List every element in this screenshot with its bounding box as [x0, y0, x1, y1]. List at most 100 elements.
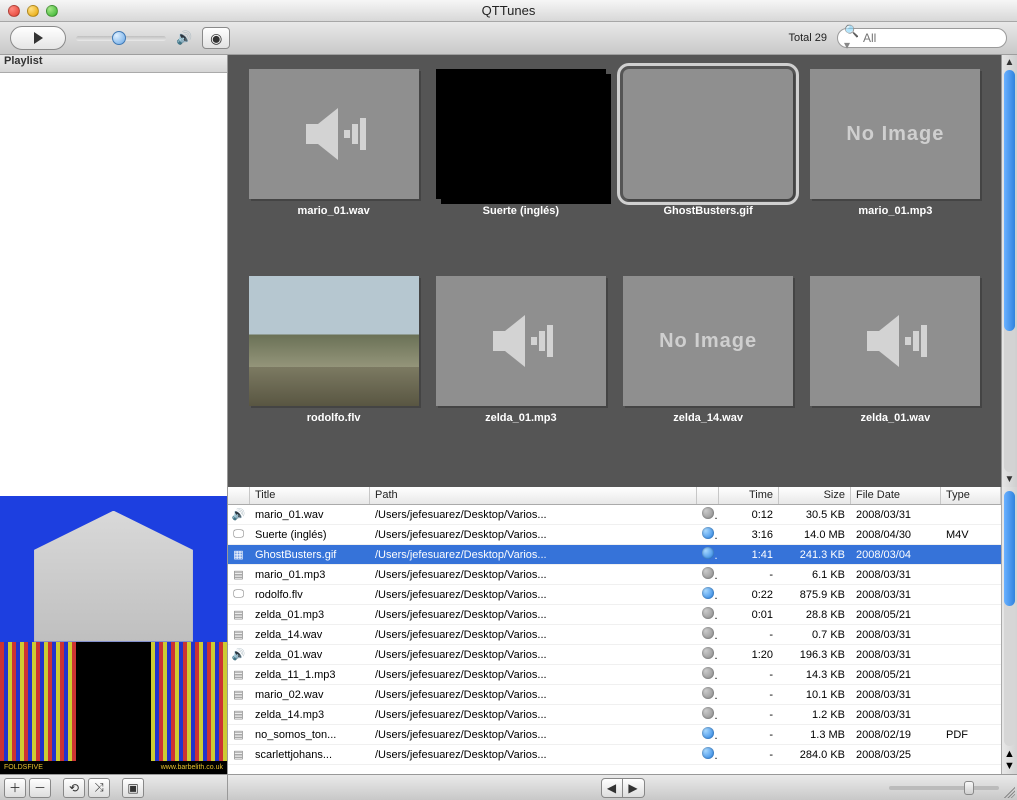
- table-row[interactable]: ▤mario_02.wav/Users/jefesuarez/Desktop/V…: [228, 685, 1001, 705]
- row-status: [697, 625, 719, 644]
- row-title: zelda_11_1.mp3: [250, 667, 370, 683]
- search-input[interactable]: [863, 31, 1017, 45]
- row-date: 2008/03/31: [851, 707, 941, 723]
- row-date: 2008/03/31: [851, 567, 941, 583]
- table-row[interactable]: 🔊mario_01.wav/Users/jefesuarez/Desktop/V…: [228, 505, 1001, 525]
- row-title: mario_02.wav: [250, 687, 370, 703]
- playlist-list[interactable]: [0, 73, 227, 496]
- table-row[interactable]: ▦GhostBusters.gif/Users/jefesuarez/Deskt…: [228, 545, 1001, 565]
- remove-button[interactable]: －: [29, 778, 51, 798]
- toolbar: 🔊 ◉ Total 29 🔍▾: [0, 22, 1017, 55]
- volume-slider[interactable]: [76, 36, 166, 41]
- shuffle-button[interactable]: ⤨: [88, 778, 110, 798]
- play-icon: [34, 32, 43, 44]
- row-path: /Users/jefesuarez/Desktop/Varios...: [370, 627, 697, 643]
- row-kind-icon: 🔊: [228, 506, 250, 523]
- table-row[interactable]: ▤mario_01.mp3/Users/jefesuarez/Desktop/V…: [228, 565, 1001, 585]
- table-header: Title Path Time Size File Date Type: [228, 487, 1001, 505]
- table-scroll-thumb[interactable]: [1004, 491, 1015, 606]
- preview-footer-left: FOLDSFIVE: [4, 764, 43, 771]
- row-path: /Users/jefesuarez/Desktop/Varios...: [370, 587, 697, 603]
- grid-item[interactable]: zelda_01.wav: [804, 276, 987, 479]
- grid-thumbnail[interactable]: No Image: [810, 69, 980, 199]
- row-title: no_somos_ton...: [250, 727, 370, 743]
- volume-icon: 🔊: [176, 30, 192, 46]
- row-status: [697, 565, 719, 584]
- grid-thumbnail[interactable]: No Image: [623, 276, 793, 406]
- grid-thumbnail[interactable]: [810, 276, 980, 406]
- row-path: /Users/jefesuarez/Desktop/Varios...: [370, 687, 697, 703]
- volume-thumb[interactable]: [112, 31, 126, 45]
- col-time[interactable]: Time: [719, 487, 779, 504]
- col-title[interactable]: Title: [250, 487, 370, 504]
- grid-item[interactable]: GhostBusters.gif: [617, 69, 800, 272]
- row-date: 2008/03/31: [851, 687, 941, 703]
- grid-item[interactable]: mario_01.wav: [242, 69, 425, 272]
- row-type: [941, 633, 1001, 637]
- resize-grip[interactable]: [1001, 784, 1015, 798]
- fullscreen-button[interactable]: ▣: [122, 778, 144, 798]
- row-type: PDF: [941, 727, 1001, 743]
- grid-item[interactable]: rodolfo.flv: [242, 276, 425, 479]
- zoom-thumb[interactable]: [964, 781, 974, 795]
- row-date: 2008/03/31: [851, 507, 941, 523]
- col-date[interactable]: File Date: [851, 487, 941, 504]
- scroll-down-icon[interactable]: ▼: [1005, 474, 1015, 485]
- grid-item[interactable]: Suerte (inglés): [429, 69, 612, 272]
- grid-item[interactable]: zelda_01.mp3: [429, 276, 612, 479]
- col-size[interactable]: Size: [779, 487, 851, 504]
- table-row[interactable]: ▤zelda_14.mp3/Users/jefesuarez/Desktop/V…: [228, 705, 1001, 725]
- grid-thumbnail[interactable]: [249, 276, 419, 406]
- row-time: -: [719, 627, 779, 643]
- playlist-toolbar: ＋ － ⟲ ⤨ ▣: [0, 774, 227, 800]
- grid-scrollbar[interactable]: ▲ ▼: [1001, 55, 1017, 487]
- row-size: 1.2 KB: [779, 707, 851, 723]
- play-button[interactable]: [10, 26, 66, 50]
- row-kind-icon: 🖵: [228, 586, 250, 603]
- col-icon[interactable]: [228, 487, 250, 504]
- table-scroll-up-icon[interactable]: ▲: [1004, 748, 1015, 760]
- table-row[interactable]: 🖵Suerte (inglés)/Users/jefesuarez/Deskto…: [228, 525, 1001, 545]
- grid-scroll-thumb[interactable]: [1004, 70, 1015, 331]
- grid-item[interactable]: No Imagezelda_14.wav: [617, 276, 800, 479]
- row-time: -: [719, 707, 779, 723]
- col-type[interactable]: Type: [941, 487, 1001, 504]
- left-sidebar: Playlist FOLDSFIVE www.barbelith.co.uk ＋…: [0, 55, 228, 800]
- grid-thumbnail[interactable]: [623, 69, 793, 199]
- scroll-up-icon[interactable]: ▲: [1005, 57, 1015, 68]
- row-path: /Users/jefesuarez/Desktop/Varios...: [370, 607, 697, 623]
- grid-item[interactable]: No Image mario_01.mp3: [804, 69, 987, 272]
- col-status[interactable]: [697, 487, 719, 504]
- grid-item-label: mario_01.mp3: [858, 205, 932, 217]
- prev-button[interactable]: ◀: [601, 778, 623, 798]
- zoom-slider[interactable]: [889, 786, 999, 790]
- next-button[interactable]: ▶: [623, 778, 645, 798]
- preview-toggle-button[interactable]: ◉: [202, 27, 230, 49]
- row-type: [941, 573, 1001, 577]
- row-date: 2008/03/04: [851, 547, 941, 563]
- grid-thumbnail[interactable]: [436, 276, 606, 406]
- row-size: 284.0 KB: [779, 747, 851, 763]
- row-path: /Users/jefesuarez/Desktop/Varios...: [370, 507, 697, 523]
- table-row[interactable]: 🖵rodolfo.flv/Users/jefesuarez/Desktop/Va…: [228, 585, 1001, 605]
- table-row[interactable]: ▤zelda_01.mp3/Users/jefesuarez/Desktop/V…: [228, 605, 1001, 625]
- row-time: 3:16: [719, 527, 779, 543]
- table-row[interactable]: ▤zelda_11_1.mp3/Users/jefesuarez/Desktop…: [228, 665, 1001, 685]
- table-row[interactable]: ▤no_somos_ton.../Users/jefesuarez/Deskto…: [228, 725, 1001, 745]
- row-status: [697, 725, 719, 744]
- table-scroll-down-icon[interactable]: ▼: [1004, 760, 1015, 772]
- search-field[interactable]: 🔍▾: [837, 28, 1007, 48]
- repeat-button[interactable]: ⟲: [63, 778, 85, 798]
- row-time: -: [719, 727, 779, 743]
- row-size: 30.5 KB: [779, 507, 851, 523]
- table-row[interactable]: 🔊zelda_01.wav/Users/jefesuarez/Desktop/V…: [228, 645, 1001, 665]
- row-title: zelda_01.mp3: [250, 607, 370, 623]
- row-date: 2008/05/21: [851, 667, 941, 683]
- col-path[interactable]: Path: [370, 487, 697, 504]
- table-row[interactable]: ▤zelda_14.wav/Users/jefesuarez/Desktop/V…: [228, 625, 1001, 645]
- add-button[interactable]: ＋: [4, 778, 26, 798]
- table-row[interactable]: ▤scarlettjohans.../Users/jefesuarez/Desk…: [228, 745, 1001, 765]
- grid-thumbnail[interactable]: [436, 69, 606, 199]
- table-scrollbar[interactable]: ▲ ▼: [1001, 487, 1017, 774]
- grid-thumbnail[interactable]: [249, 69, 419, 199]
